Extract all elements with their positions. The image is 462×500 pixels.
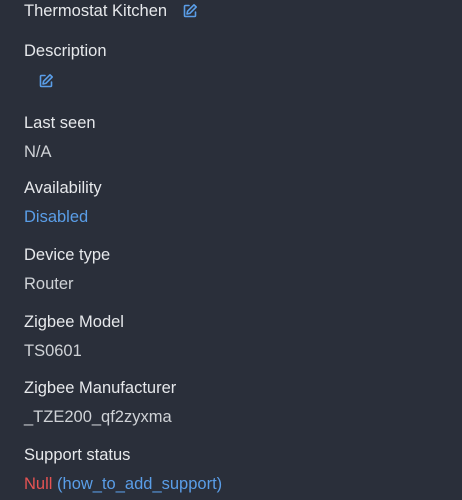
edit-description-icon[interactable] [37,72,55,90]
support-status-field: Support status Null (how_to_add_support) [24,445,222,494]
device-type-label: Device type [24,246,111,264]
zigbee-manufacturer-field: Zigbee Manufacturer _TZE200_qf2zyxma [24,378,176,427]
device-type-value: Router [24,275,74,293]
zigbee-model-field: Zigbee Model TS0601 [24,312,124,361]
description-field: Description [24,41,107,61]
availability-field: Availability Disabled [24,178,102,227]
zigbee-model-value: TS0601 [24,342,82,360]
device-name: Thermostat Kitchen [24,2,168,20]
device-info-panel: Thermostat Kitchen Description Last seen… [0,0,462,500]
last-seen-field: Last seen N/A [24,113,96,162]
description-label: Description [24,42,107,60]
device-name-row: Thermostat Kitchen [24,1,199,21]
support-status-value: Null (how_to_add_support) [24,474,222,494]
support-status-null: Null [24,475,53,493]
zigbee-manufacturer-label: Zigbee Manufacturer [24,379,177,397]
edit-name-icon[interactable] [181,2,199,20]
availability-value[interactable]: Disabled [24,207,102,227]
device-type-field: Device type Router [24,245,110,294]
zigbee-manufacturer-value: _TZE200_qf2zyxma [24,408,172,426]
support-status-label: Support status [24,446,131,464]
last-seen-value: N/A [24,143,52,161]
zigbee-model-label: Zigbee Model [24,313,124,331]
how-to-add-support-link[interactable]: (how_to_add_support) [57,475,222,493]
availability-label: Availability [24,179,102,197]
last-seen-label: Last seen [24,114,96,132]
